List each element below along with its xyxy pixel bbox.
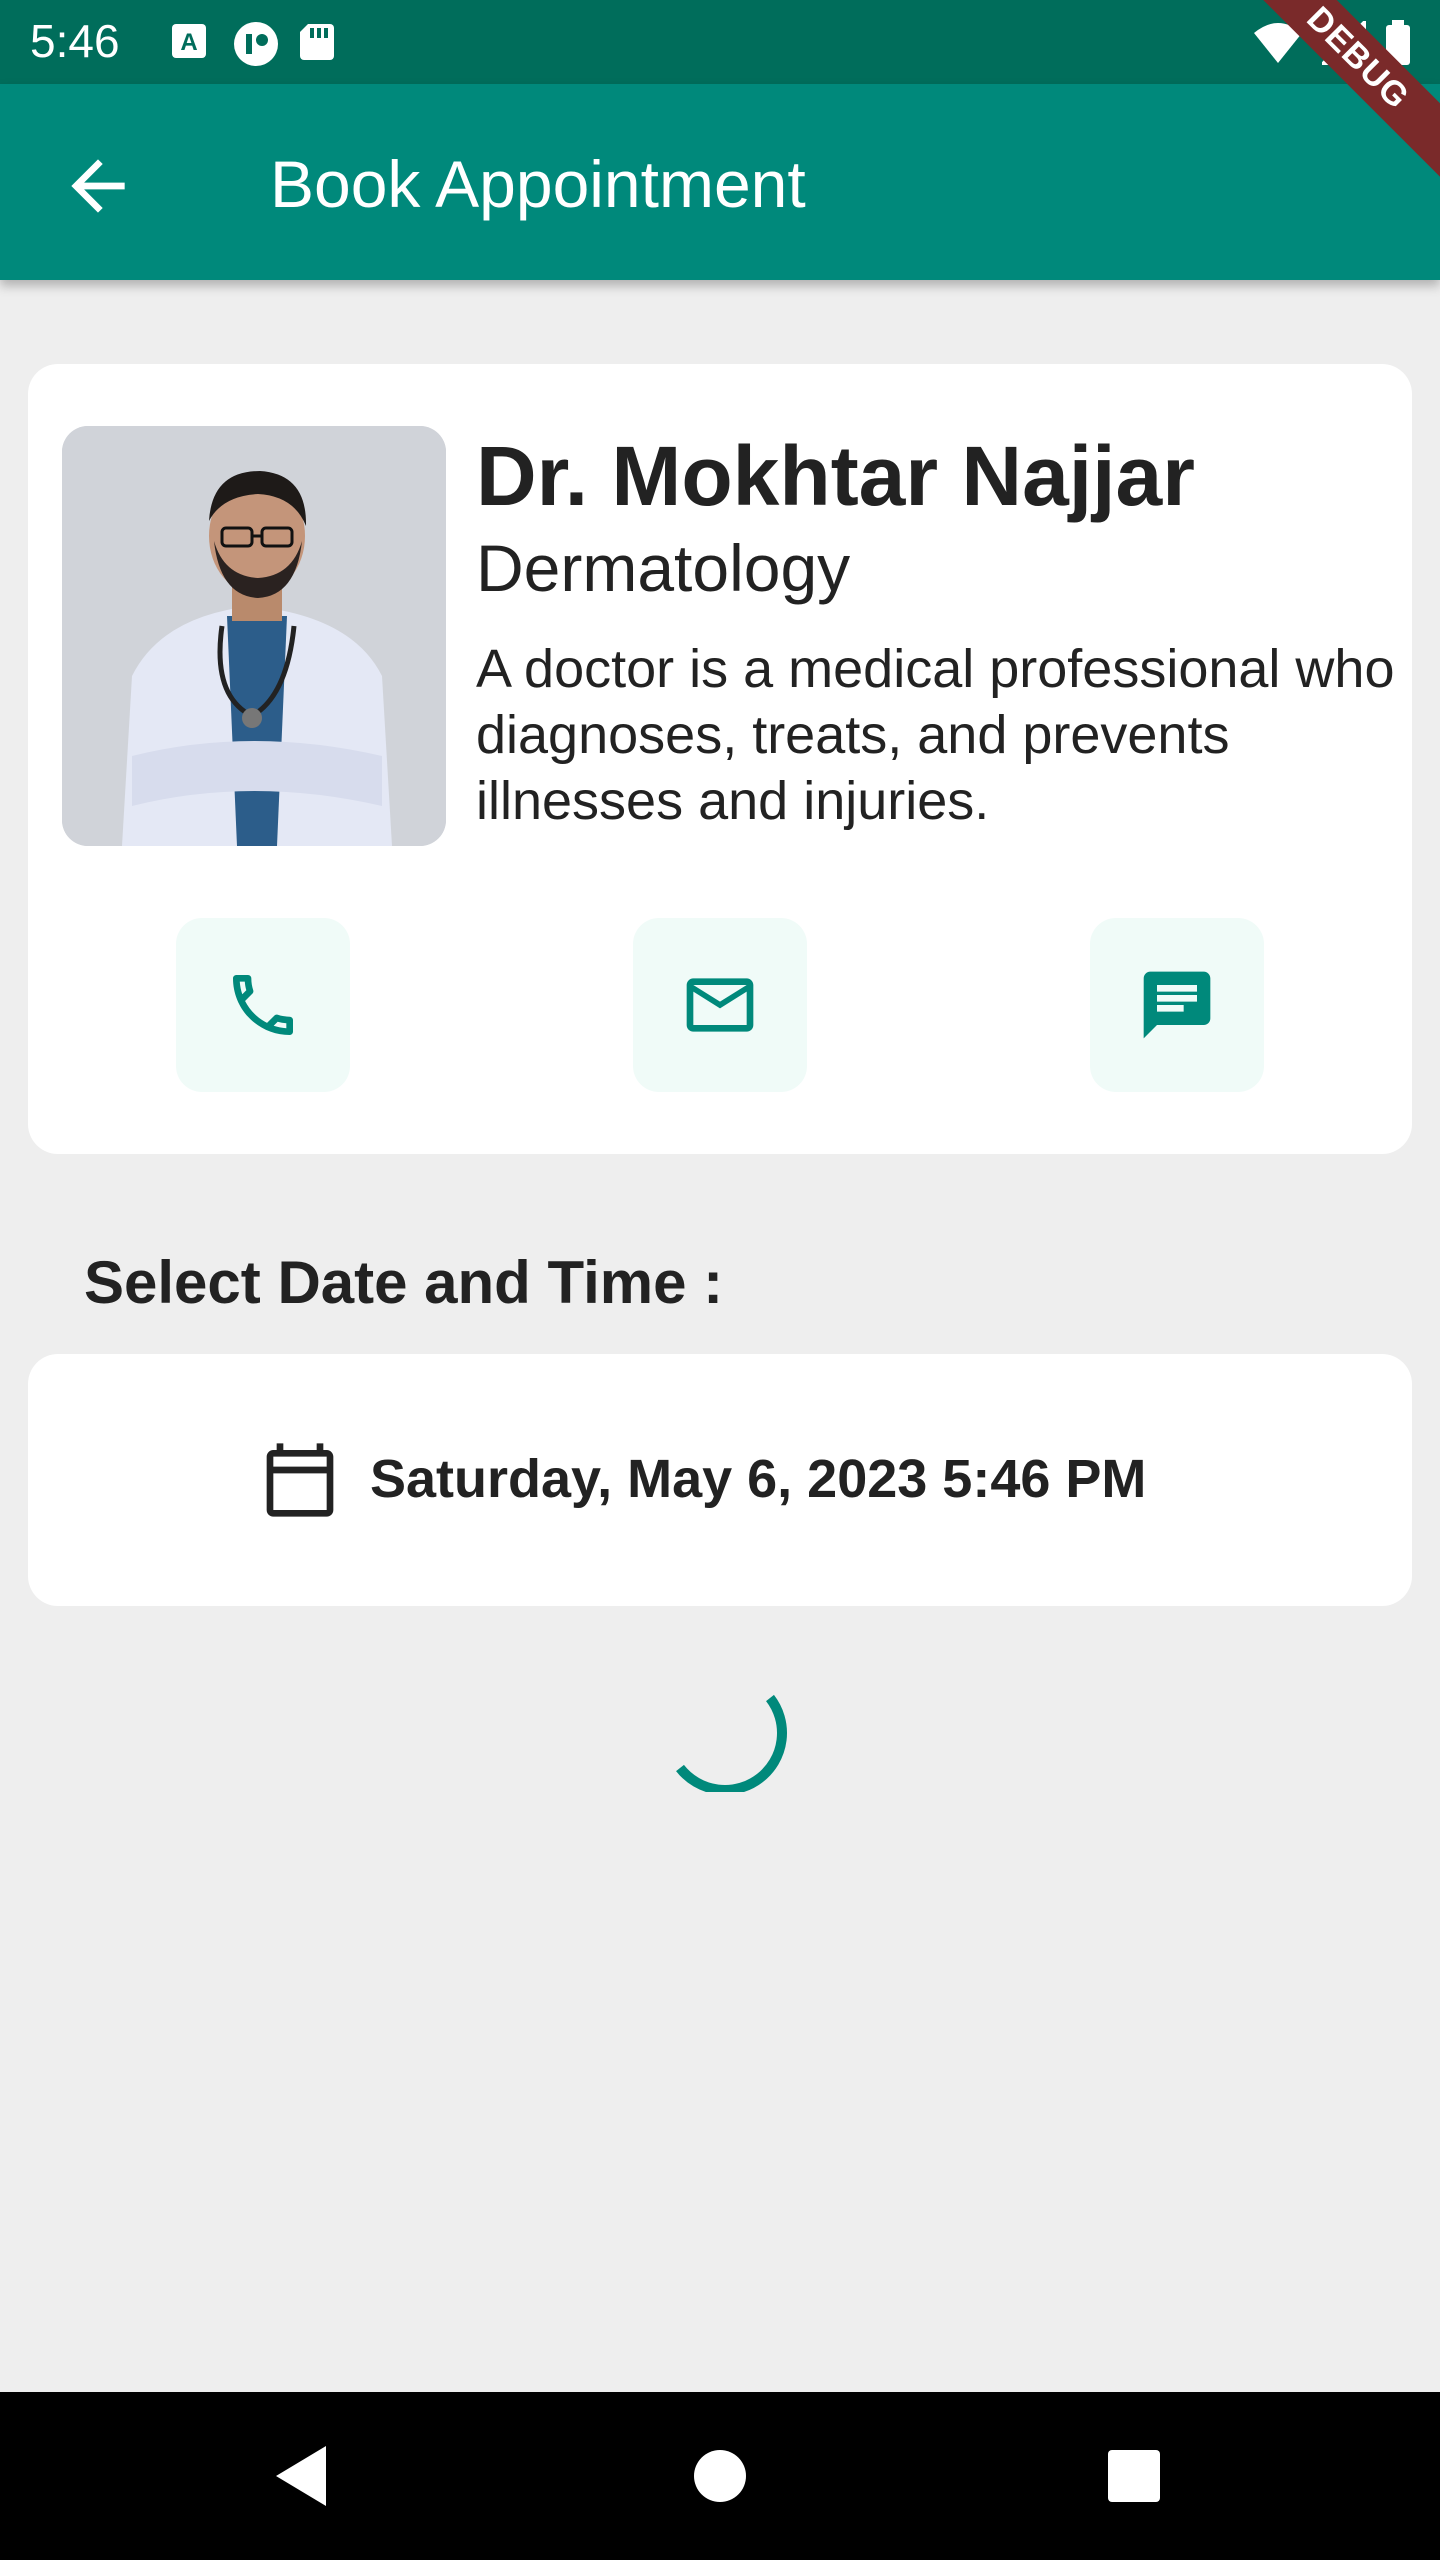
debug-banner-clip: DEBUG: [1260, 0, 1440, 200]
nav-recents-button[interactable]: [1094, 2436, 1174, 2516]
status-time: 5:46: [30, 15, 120, 67]
recents-square-icon: [1108, 2450, 1160, 2502]
doctor-photo: [62, 426, 446, 846]
email-button[interactable]: [633, 918, 807, 1092]
sd-card-icon: [296, 20, 338, 62]
phone-icon: [233, 975, 293, 1035]
app-bar: Book Appointment: [0, 84, 1440, 280]
back-button[interactable]: [58, 146, 138, 226]
system-nav-bar: [0, 2392, 1440, 2560]
message-icon: [1143, 971, 1211, 1039]
selected-date-time: Saturday, May 6, 2023 5:46 PM: [370, 1449, 1147, 1509]
svg-text:A: A: [180, 29, 197, 56]
doctor-name: Dr. Mokhtar Najjar: [476, 429, 1195, 523]
back-triangle-icon: [276, 2446, 326, 2506]
message-button[interactable]: [1090, 918, 1264, 1092]
nav-back-button[interactable]: [262, 2436, 342, 2516]
doctor-profile-card: Dr. Mokhtar Najjar Dermatology A doctor …: [28, 364, 1412, 1154]
arrow-back-icon: [71, 159, 125, 213]
call-button[interactable]: [176, 918, 350, 1092]
loading-spinner-icon: [670, 1668, 794, 1795]
date-time-picker[interactable]: Saturday, May 6, 2023 5:46 PM: [28, 1354, 1412, 1606]
home-circle-icon: [694, 2450, 746, 2502]
status-left-icons: A: [168, 20, 338, 66]
debug-banner: DEBUG: [1260, 0, 1440, 190]
text-a-icon: A: [168, 20, 210, 62]
calendar-icon: [260, 1440, 340, 1520]
email-icon: [686, 978, 754, 1032]
page-title: Book Appointment: [270, 147, 806, 221]
doctor-description: A doctor is a medical professional who d…: [476, 639, 1395, 831]
doctor-specialty: Dermatology: [476, 531, 851, 605]
status-bar: 5:46 A: [0, 0, 1440, 84]
nav-home-button[interactable]: [680, 2436, 760, 2516]
section-title: Select Date and Time :: [84, 1249, 724, 1316]
notification-icon: [232, 20, 278, 66]
